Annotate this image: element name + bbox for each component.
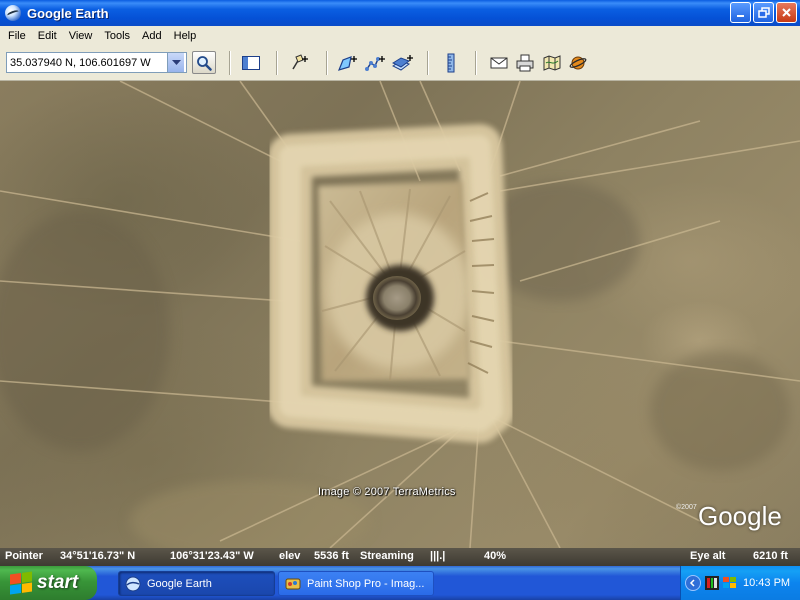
toolbar-separator — [427, 51, 429, 75]
fly-to-dropdown-button[interactable] — [167, 53, 184, 72]
streaming-label: Streaming — [360, 550, 414, 562]
placemark-add-icon — [292, 54, 308, 70]
add-path-button[interactable] — [365, 53, 387, 73]
toolbar-separator — [276, 51, 278, 75]
print-button[interactable] — [514, 53, 536, 73]
pointer-longitude: 106°31'23.43" W — [170, 550, 254, 562]
start-button[interactable]: start — [0, 566, 97, 600]
taskbar-item-paint-shop-pro[interactable]: Paint Shop Pro - Imag... — [278, 571, 434, 596]
sky-toggle-button[interactable] — [567, 53, 589, 73]
sidebar-icon — [242, 56, 260, 70]
google-earth-app-icon — [5, 5, 21, 21]
toolbar-separator — [229, 51, 231, 75]
minimize-icon — [736, 14, 744, 17]
add-image-overlay-button[interactable] — [392, 53, 414, 73]
toolbar-separator — [475, 51, 477, 75]
elevation-label: elev — [279, 550, 301, 562]
eye-altitude-label: Eye alt — [690, 550, 726, 562]
menu-help[interactable]: Help — [168, 30, 203, 42]
restore-icon — [757, 6, 770, 18]
planet-icon — [569, 56, 587, 70]
ruler-icon — [447, 53, 455, 73]
streaming-indicator: |||.| — [430, 550, 446, 562]
show-hidden-icons-button[interactable] — [685, 575, 701, 591]
email-icon — [490, 57, 508, 69]
logo-copyright: ©2007 — [676, 504, 697, 511]
image-overlay-add-icon — [392, 55, 413, 71]
menu-edit[interactable]: Edit — [32, 30, 63, 42]
polygon-add-icon — [337, 56, 357, 71]
crater-berm — [268, 124, 514, 443]
google-earth-icon — [125, 576, 141, 591]
clock: 10:43 PM — [743, 577, 791, 589]
menu-add[interactable]: Add — [136, 30, 168, 42]
system-tray: 10:43 PM — [680, 566, 800, 600]
start-label: start — [37, 572, 79, 593]
title-bar[interactable]: Google Earth — [0, 0, 800, 26]
search-button[interactable] — [192, 51, 216, 74]
taskbar-item-label: Paint Shop Pro - Imag... — [307, 577, 425, 590]
eye-altitude-value: 6210 ft — [753, 550, 788, 562]
streaming-percent: 40% — [484, 550, 507, 562]
satellite-imagery — [0, 81, 800, 548]
google-logo: Google — [698, 501, 782, 531]
minimize-button[interactable] — [730, 2, 751, 23]
map-viewport[interactable]: Image © 2007 TerraMetrics ©2007 Google — [0, 81, 800, 548]
chevron-down-icon — [171, 59, 181, 65]
toolbar — [0, 45, 800, 81]
menu-tools[interactable]: Tools — [98, 30, 136, 42]
menu-view[interactable]: View — [63, 30, 99, 42]
elevation-value: 5536 ft — [314, 550, 349, 562]
pointer-latitude: 34°51'16.73" N — [60, 550, 136, 562]
close-button[interactable] — [776, 2, 797, 23]
sidebar-toggle-button[interactable] — [240, 53, 262, 73]
print-icon — [516, 54, 534, 72]
search-icon — [197, 55, 212, 71]
menu-bar: File Edit View Tools Add Help — [0, 26, 800, 45]
windows-flag-tray-icon[interactable] — [722, 576, 738, 590]
imagery-attribution: Image © 2007 TerraMetrics — [318, 486, 456, 498]
add-polygon-button[interactable] — [337, 53, 359, 73]
map-icon — [543, 55, 561, 71]
taskbar: start Google Earth Paint Shop Pro - Imag… — [0, 566, 800, 600]
maximize-button[interactable] — [753, 2, 774, 23]
windows-logo-icon — [10, 571, 32, 595]
tray-app-icon[interactable] — [705, 576, 719, 590]
taskbar-item-label: Google Earth — [147, 577, 212, 590]
email-button[interactable] — [488, 53, 510, 73]
fly-to-combobox[interactable] — [6, 52, 187, 73]
ruler-button[interactable] — [440, 53, 462, 73]
paint-shop-pro-icon — [285, 578, 301, 589]
status-bar: Pointer 34°51'16.73" N 106°31'23.43" W e… — [0, 548, 800, 566]
window-title: Google Earth — [27, 5, 109, 21]
fly-to-input[interactable] — [7, 53, 167, 72]
taskbar-item-google-earth[interactable]: Google Earth — [118, 571, 275, 596]
menu-file[interactable]: File — [2, 30, 32, 42]
window-controls — [730, 2, 797, 23]
view-in-maps-button[interactable] — [541, 53, 563, 73]
chevron-left-icon — [689, 579, 695, 587]
close-icon — [782, 8, 791, 17]
path-add-icon — [365, 56, 385, 71]
pointer-label: Pointer — [5, 550, 43, 562]
toolbar-separator — [326, 51, 328, 75]
add-placemark-button[interactable] — [289, 53, 311, 73]
